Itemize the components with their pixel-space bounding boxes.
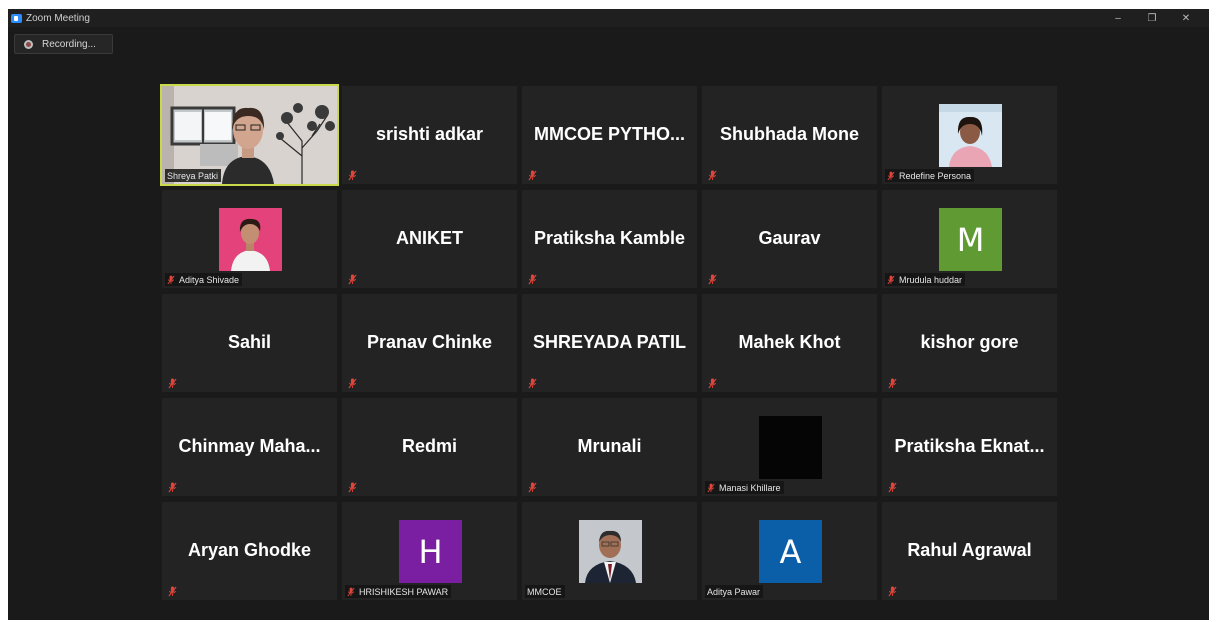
muted-microphone-icon	[348, 272, 357, 285]
muted-microphone-icon	[168, 376, 177, 389]
participant-tile-aryan-ghodke[interactable]: Aryan Ghodke	[162, 502, 337, 600]
profile-photo	[579, 520, 642, 583]
muted-microphone-icon	[348, 168, 357, 181]
window-controls: – ❐ ✕	[1101, 9, 1203, 27]
recording-indicator[interactable]: Recording...	[14, 34, 113, 54]
participant-tile-shreyada-patil[interactable]: SHREYADA PATIL	[522, 294, 697, 392]
participant-tile-pranav-chinke[interactable]: Pranav Chinke	[342, 294, 517, 392]
participant-tile-shreya-patki[interactable]: Shreya Patki	[160, 84, 339, 186]
record-icon	[24, 39, 33, 49]
participant-name: Redmi	[401, 436, 457, 456]
muted-microphone-icon	[528, 376, 537, 389]
letter-avatar: A	[759, 520, 822, 583]
zoom-meeting-window: Zoom Meeting – ❐ ✕ Recording... Shreya P…	[8, 9, 1209, 620]
muted-microphone-icon	[888, 480, 897, 493]
participant-tile-mrudula-huddar[interactable]: M Mrudula huddar	[882, 190, 1057, 288]
participant-name: Gaurav	[758, 228, 821, 248]
participant-tile-srishti-adkar[interactable]: srishti adkar	[342, 86, 517, 184]
name-caption: Mrudula huddar	[885, 273, 966, 286]
participant-name: Pranav Chinke	[366, 332, 493, 352]
participant-tile-shubhada-mone[interactable]: Shubhada Mone	[702, 86, 877, 184]
name-caption: HRISHIKESH PAWAR	[345, 585, 452, 598]
caption-text: Shreya Patki	[167, 170, 219, 181]
caption-text: MMCOE	[527, 586, 562, 597]
muted-microphone-icon	[528, 272, 537, 285]
caption-text: Mrudula huddar	[899, 274, 963, 285]
participant-tile-mmcoe-pytho[interactable]: MMCOE PYTHO...	[522, 86, 697, 184]
caption-text: Redefine Persona	[899, 170, 972, 181]
name-caption: Manasi Khillare	[705, 481, 784, 494]
participant-name: ANIKET	[396, 228, 463, 248]
profile-photo	[939, 104, 1002, 167]
name-caption: Aditya Shivade	[165, 273, 243, 286]
title-bar: Zoom Meeting – ❐ ✕	[8, 9, 1209, 27]
zoom-app-icon	[11, 13, 22, 23]
participant-name: Pratiksha Kamble	[533, 228, 686, 248]
participant-tile-mmcoe[interactable]: MMCOE	[522, 502, 697, 600]
participant-tile-pratiksha-kamble[interactable]: Pratiksha Kamble	[522, 190, 697, 288]
profile-photo	[219, 208, 282, 271]
participant-tile-sahil[interactable]: Sahil	[162, 294, 337, 392]
window-title: Zoom Meeting	[26, 12, 90, 24]
participant-tile-aditya-pawar[interactable]: A Aditya Pawar	[702, 502, 877, 600]
name-caption: MMCOE	[525, 585, 565, 598]
muted-microphone-icon	[708, 168, 717, 181]
participant-tile-hrishikesh-pawar[interactable]: H HRISHIKESH PAWAR	[342, 502, 517, 600]
muted-microphone-icon	[887, 171, 895, 181]
name-caption: Shreya Patki	[165, 169, 222, 182]
caption-text: Aditya Shivade	[179, 274, 240, 285]
participant-name: srishti adkar	[375, 124, 484, 144]
muted-microphone-icon	[528, 480, 537, 493]
close-button[interactable]: ✕	[1169, 9, 1203, 27]
participant-name: Pratiksha Eknat...	[894, 436, 1045, 456]
participant-name: Sahil	[227, 332, 271, 352]
gallery-view-grid: Shreya Patki srishti adkar MMCOE PYTHO... S…	[160, 84, 1057, 600]
participant-name: Rahul Agrawal	[907, 540, 1032, 560]
muted-microphone-icon	[887, 275, 895, 285]
participant-tile-mrunali[interactable]: Mrunali	[522, 398, 697, 496]
participant-name: Shubhada Mone	[720, 124, 859, 144]
participant-tile-aniket[interactable]: ANIKET	[342, 190, 517, 288]
participant-name: Mrunali	[577, 436, 642, 456]
participant-name: kishor gore	[920, 332, 1019, 352]
participant-name: MMCOE PYTHO...	[533, 124, 685, 144]
participant-tile-kishor-gore[interactable]: kishor gore	[882, 294, 1057, 392]
participant-tile-redmi[interactable]: Redmi	[342, 398, 517, 496]
participant-tile-mahek-khot[interactable]: Mahek Khot	[702, 294, 877, 392]
muted-microphone-icon	[707, 483, 715, 493]
participant-name: Chinmay Maha...	[178, 436, 321, 456]
restore-button[interactable]: ❐	[1135, 9, 1169, 27]
caption-text: Manasi Khillare	[719, 482, 781, 493]
muted-microphone-icon	[347, 587, 355, 597]
caption-text: HRISHIKESH PAWAR	[359, 586, 449, 597]
muted-microphone-icon	[708, 272, 717, 285]
muted-microphone-icon	[528, 168, 537, 181]
participant-tile-gaurav[interactable]: Gaurav	[702, 190, 877, 288]
participant-tile-pratiksha-eknat[interactable]: Pratiksha Eknat...	[882, 398, 1057, 496]
minimize-button[interactable]: –	[1101, 9, 1135, 27]
participant-tile-chinmay-maha[interactable]: Chinmay Maha...	[162, 398, 337, 496]
muted-microphone-icon	[348, 376, 357, 389]
participant-name: Aryan Ghodke	[187, 540, 312, 560]
muted-microphone-icon	[168, 584, 177, 597]
name-caption: Redefine Persona	[885, 169, 975, 182]
participant-tile-redefine-persona[interactable]: Redefine Persona	[882, 86, 1057, 184]
participant-tile-manasi-khillare[interactable]: Manasi Khillare	[702, 398, 877, 496]
recording-label: Recording...	[42, 38, 96, 50]
muted-microphone-icon	[348, 480, 357, 493]
letter-avatar: H	[399, 520, 462, 583]
muted-microphone-icon	[168, 480, 177, 493]
name-caption: Aditya Pawar	[705, 585, 764, 598]
letter-avatar: M	[939, 208, 1002, 271]
muted-microphone-icon	[888, 584, 897, 597]
muted-microphone-icon	[167, 275, 175, 285]
participant-name: SHREYADA PATIL	[532, 332, 687, 352]
profile-photo-black	[759, 416, 822, 479]
participant-tile-rahul-agrawal[interactable]: Rahul Agrawal	[882, 502, 1057, 600]
participant-tile-aditya-shivade[interactable]: Aditya Shivade	[162, 190, 337, 288]
participant-name: Mahek Khot	[738, 332, 841, 352]
muted-microphone-icon	[708, 376, 717, 389]
caption-text: Aditya Pawar	[707, 586, 761, 597]
muted-microphone-icon	[888, 376, 897, 389]
